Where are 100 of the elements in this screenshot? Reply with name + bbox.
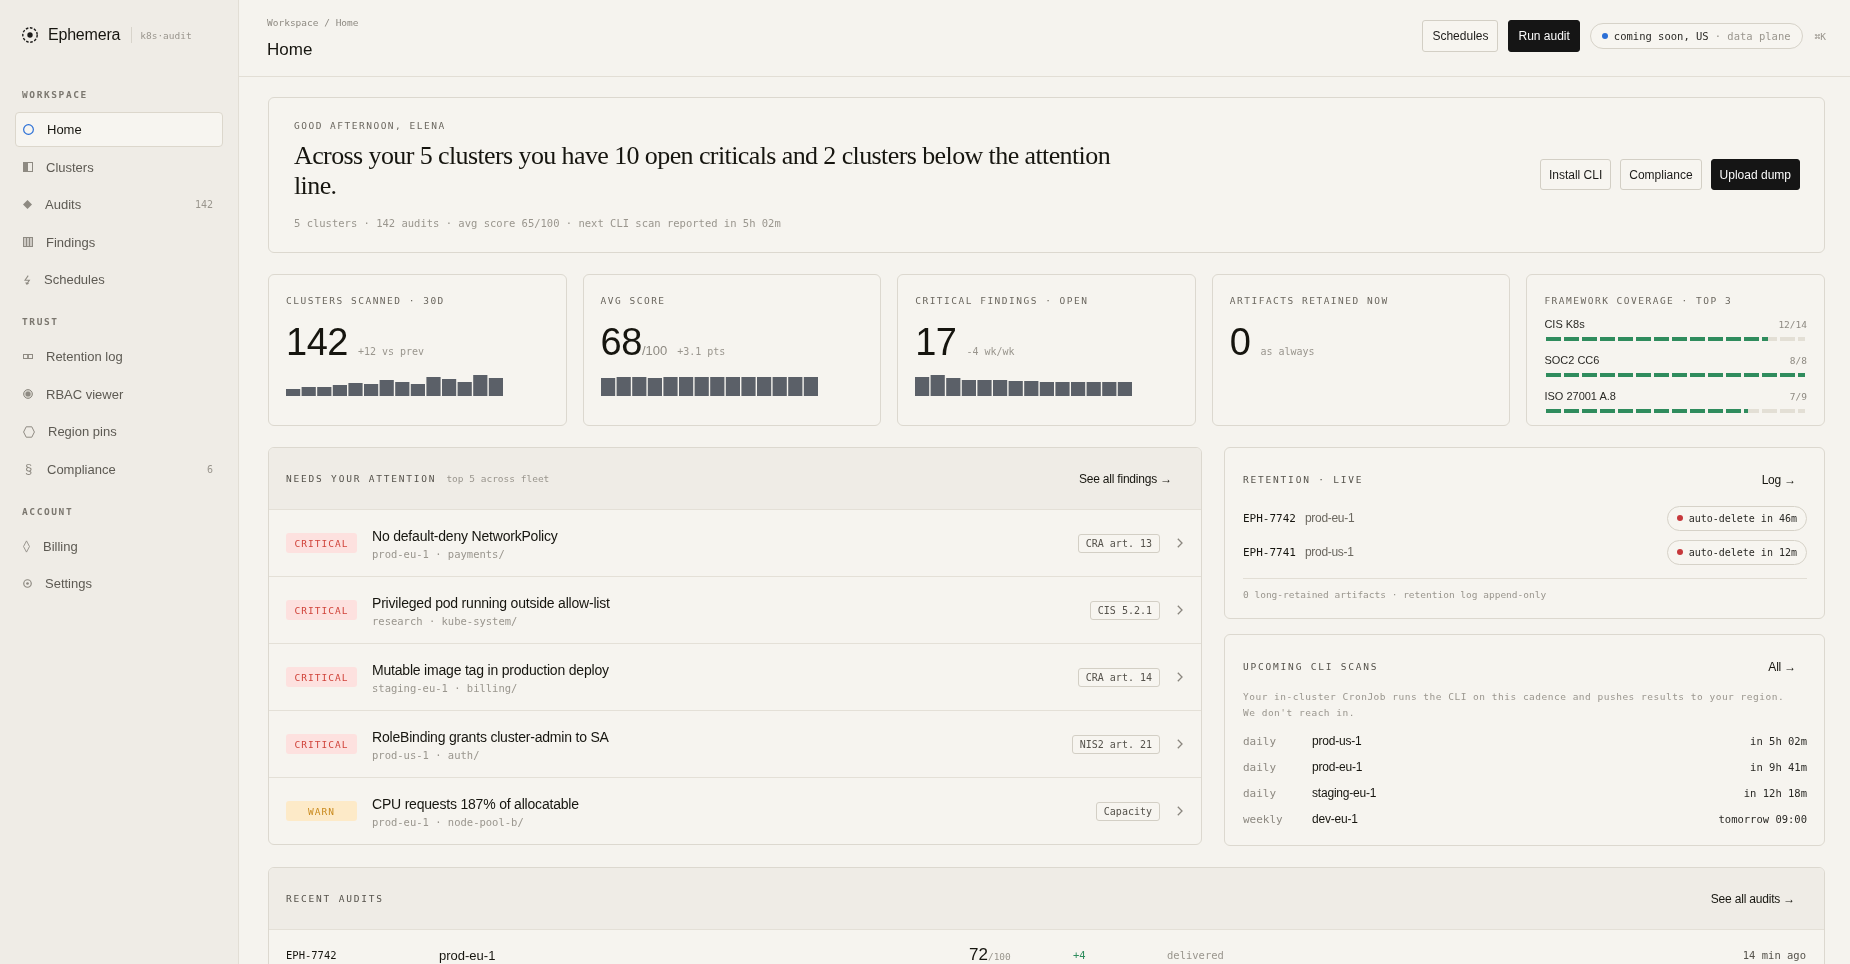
finding-title[interactable]: Privileged pod running outside allow-list (372, 593, 610, 612)
auto-delete-timer: auto-delete in 46m (1688, 512, 1797, 524)
severity-badge: WARN (286, 801, 357, 821)
schedules-button[interactable]: Schedules (1422, 20, 1499, 52)
severity-badge: CRITICAL (286, 600, 357, 620)
zigzag-icon (23, 274, 31, 285)
nav-count: 142 (194, 199, 213, 210)
finding-title[interactable]: Mutable image tag in production deploy (372, 660, 609, 679)
greeting: GOOD AFTERNOON, ELENA (294, 119, 446, 132)
nav-item[interactable]: Schedules (15, 262, 223, 297)
nav-item[interactable]: § Compliance 6 (15, 451, 223, 487)
framework-tag: CRA art. 14 (1077, 667, 1160, 687)
double-square-icon (23, 354, 33, 359)
diamond-icon (23, 200, 32, 209)
auto-delete-timer: auto-delete in 12m (1688, 546, 1797, 558)
chevron-right-icon (1177, 806, 1183, 816)
score-max: /100 (987, 951, 1011, 962)
stat-value: 17 (915, 321, 957, 363)
nav-item[interactable]: Retention log (15, 339, 223, 374)
severity-badge: CRITICAL (286, 667, 357, 687)
cluster-name: prod-eu-1 (439, 947, 496, 963)
stat-value: 68 (600, 321, 642, 363)
cluster-name: staging-eu-1 (1312, 786, 1377, 800)
circle-icon (23, 124, 34, 135)
stat-value: 142 (286, 321, 348, 363)
scan-cadence: daily (1243, 786, 1278, 800)
see-all-audits-link[interactable]: See all audits → (1710, 891, 1795, 906)
run-audit-button[interactable]: Run audit (1508, 20, 1580, 52)
status-dot-icon (1601, 33, 1608, 39)
install-cli-button[interactable]: Install CLI (1539, 159, 1612, 190)
nav-item[interactable]: Clusters (15, 149, 223, 185)
audit-score: 72 (969, 945, 988, 964)
compliance-button[interactable]: Compliance (1620, 159, 1702, 190)
nav-item[interactable]: Findings (15, 224, 223, 260)
headline: Across your 5 clusters you have 10 open criticals and 2 clusters below the attention line. (294, 141, 1112, 201)
scan-time: in 9h 41m (1750, 761, 1807, 773)
cluster-name: prod-eu-1 (1305, 511, 1355, 525)
status-dot-icon (1676, 515, 1683, 521)
chevron-right-icon (1177, 538, 1183, 548)
scan-cadence: weekly (1243, 812, 1284, 826)
finding-location: research · kube-system/ (372, 614, 518, 627)
scan-time: tomorrow 09:00 (1718, 813, 1807, 825)
stat-value: 0 (1229, 321, 1251, 363)
nav-item[interactable]: RBAC viewer (15, 376, 223, 412)
stat-delta: as always (1260, 346, 1315, 357)
logo-icon (22, 27, 38, 43)
finding-location: prod-eu-1 · payments/ (372, 547, 505, 560)
region-pill[interactable]: coming soon, US · data plane (1589, 23, 1803, 49)
region-name: coming soon, US (1613, 30, 1709, 42)
target-icon (23, 389, 33, 399)
status-dot-icon (1676, 549, 1683, 555)
scan-time: in 5h 02m (1750, 735, 1807, 747)
all-scans-link[interactable]: All → (1768, 660, 1796, 674)
breadcrumb: Workspace / Home (267, 15, 359, 30)
section-sign-icon: § (23, 462, 34, 476)
audit-id: EPH-7742 (286, 949, 337, 961)
framework-tag: NIS2 art. 21 (1071, 734, 1160, 754)
framework-name: SOC2 CC6 (1544, 353, 1600, 367)
region-plane: · data plane (1714, 30, 1791, 42)
framework-count: 8/8 (1789, 354, 1807, 368)
panel-title: UPCOMING CLI SCANS (1243, 660, 1379, 674)
section-label: WORKSPACE (22, 89, 88, 101)
stat-label: CRITICAL FINDINGS · OPEN (915, 294, 1089, 307)
brand-tag: k8s·audit (140, 29, 192, 41)
finding-location: prod-eu-1 · node-pool-b/ (372, 815, 524, 828)
stat-unit: /100 (641, 343, 668, 358)
scan-cadence: daily (1243, 734, 1278, 748)
half-square-icon (23, 162, 33, 172)
framework-tag: CRA art. 13 (1077, 533, 1160, 553)
brand-name: Ephemera (48, 26, 121, 44)
chevron-right-icon (1177, 605, 1183, 615)
cluster-name: prod-us-1 (1305, 545, 1354, 559)
nav-item[interactable]: Settings (15, 566, 223, 601)
panel-title: RECENT AUDITS (286, 891, 384, 906)
shortcut-hint: ⌘K (1814, 30, 1826, 42)
summary-line: 5 clusters · 142 audits · avg score 65/100 · next CLI scan reported in 5h 02m (294, 216, 781, 230)
nav-item[interactable]: Billing (15, 528, 223, 564)
cluster-name: dev-eu-1 (1312, 812, 1358, 826)
nav-item[interactable]: Home (15, 112, 223, 147)
settings-icon (23, 579, 32, 588)
cluster-name: prod-us-1 (1312, 734, 1362, 748)
stat-label: AVG SCORE (600, 294, 666, 307)
framework-count: 7/9 (1789, 390, 1807, 404)
section-label: TRUST (22, 316, 59, 328)
stat-delta: -4 wk/wk (966, 346, 1015, 357)
chevron-right-icon (1177, 739, 1183, 749)
log-link[interactable]: Log → (1761, 473, 1796, 487)
see-all-findings-link[interactable]: See all findings → (1078, 471, 1172, 486)
finding-title[interactable]: RoleBinding grants cluster-admin to SA (372, 727, 609, 746)
nav-item[interactable]: Region pins (15, 414, 223, 449)
stat-label: FRAMEWORK COVERAGE · TOP 3 (1544, 294, 1733, 307)
upload-dump-button[interactable]: Upload dump (1710, 159, 1800, 190)
nav-item[interactable]: Audits 142 (15, 187, 223, 222)
audit-id: EPH-7742 (1243, 511, 1296, 525)
diamond-outline-icon (23, 539, 30, 553)
finding-title[interactable]: CPU requests 187% of allocatable (372, 794, 579, 813)
scan-time: in 12h 18m (1743, 787, 1807, 799)
finding-title[interactable]: No default-deny NetworkPolicy (372, 526, 558, 545)
framework-name: CIS K8s (1544, 317, 1585, 331)
retention-footnote: 0 long-retained artifacts · retention log append-only (1243, 589, 1547, 601)
